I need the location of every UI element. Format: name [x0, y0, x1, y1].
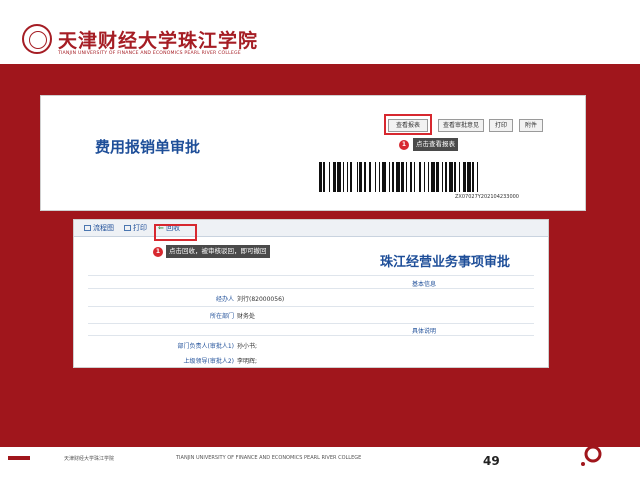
barcode-number: ZX07027Y202104233000 — [455, 194, 519, 200]
form-divider — [88, 275, 534, 276]
flowchart-tool[interactable]: 流程图 — [84, 223, 114, 233]
slide: 天津财经大学珠江学院 TIANJIN UNIVERSITY OF FINANCE… — [0, 0, 640, 480]
dept-head-label: 部门负责人(审批人1) — [177, 343, 235, 350]
view-report-highlight-box — [384, 114, 432, 135]
print-tool[interactable]: 打印 — [124, 223, 147, 233]
flowchart-label: 流程图 — [93, 224, 114, 232]
basic-info-section-header: 基本信息 — [412, 281, 437, 288]
page-number: 49 — [483, 454, 500, 468]
superior-leader-label: 上级领导(审批人2) — [183, 358, 235, 365]
barcode — [319, 162, 583, 192]
logo-english-name: TIANJIN UNIVERSITY OF FINANCE AND ECONOM… — [58, 51, 241, 56]
expense-approval-screenshot: 费用报销单审批 查看报表 查看审批意见 打印 附件 1 点击查看报表 ZX070… — [40, 95, 586, 211]
form-divider — [88, 335, 534, 336]
university-seal-icon — [22, 24, 52, 54]
form-divider — [88, 323, 534, 324]
callout-number-badge: 1 — [153, 247, 163, 257]
callout-number-badge: 1 — [399, 140, 409, 150]
form-toolbar: 流程图 打印 ⇐ 回收 — [74, 220, 548, 237]
footer-accent-bar — [8, 456, 30, 460]
header: 天津财经大学珠江学院 TIANJIN UNIVERSITY OF FINANCE… — [0, 0, 640, 64]
detail-section-header: 具体说明 — [412, 328, 437, 335]
decorative-dots-icon — [581, 435, 612, 466]
superior-leader-value: 李明辉; — [237, 358, 258, 365]
footer-english-name: TIANJIN UNIVERSITY OF FINANCE AND ECONOM… — [176, 455, 362, 461]
barcode-stripe — [478, 162, 480, 192]
form-divider — [88, 306, 534, 307]
flowchart-icon — [84, 225, 91, 231]
dept-head-value: 孙小书; — [237, 343, 258, 350]
form-divider — [88, 288, 534, 289]
recall-highlight-box — [154, 224, 197, 241]
view-report-tooltip: 点击查看报表 — [413, 138, 458, 151]
footer-chinese-name: 天津财经大学珠江学院 — [64, 456, 115, 462]
attachment-button[interactable]: 附件 — [519, 119, 543, 132]
print-label: 打印 — [133, 224, 147, 232]
expense-approval-title: 费用报销单审批 — [95, 138, 201, 156]
business-approval-title: 珠江经营业务事项审批 — [380, 255, 511, 270]
business-approval-screenshot: 流程图 打印 ⇐ 回收 1 点击回收，被审核驳回，即可撤回 珠江经营业务事项审批… — [73, 219, 549, 368]
print-button[interactable]: 打印 — [489, 119, 513, 132]
recall-tooltip: 点击回收，被审核驳回，即可撤回 — [166, 245, 270, 258]
department-label: 所在部门 — [209, 313, 234, 320]
handler-label: 经办人 — [215, 296, 234, 303]
printer-icon — [124, 225, 131, 231]
handler-value: 刘行(82000056) — [237, 296, 285, 303]
logo-chinese-name: 天津财经大学珠江学院 — [58, 30, 259, 52]
department-value: 财务处 — [237, 313, 256, 320]
view-approval-opinion-button[interactable]: 查看审批意见 — [438, 119, 484, 132]
